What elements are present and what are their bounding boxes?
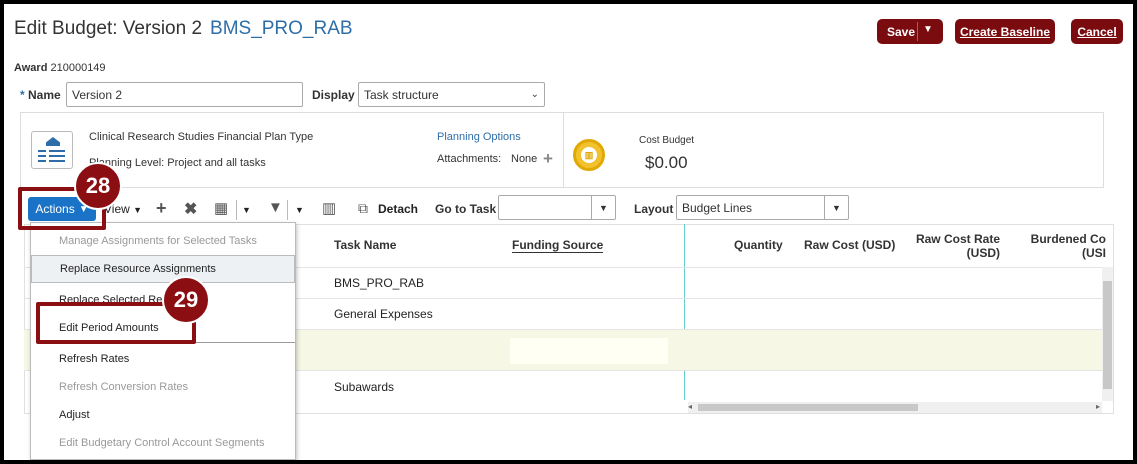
vertical-scrollbar[interactable] [1102, 267, 1113, 401]
filter-dropdown-icon[interactable]: ▼ [295, 205, 304, 215]
detach-button[interactable]: Detach [378, 202, 418, 216]
menu-item-replace-resource-assignments[interactable]: Replace Resource Assignments [31, 255, 295, 283]
award-value: 210000149 [50, 62, 106, 74]
horizontal-scrollbar[interactable]: ◂ ▸ [688, 402, 1102, 413]
create-baseline-label: Create Baseline [959, 24, 1051, 39]
detach-icon[interactable]: ⧉ [358, 200, 368, 217]
layout-label: Layout [634, 202, 674, 216]
award-label: Award [14, 62, 48, 74]
attachments-value: None [511, 153, 538, 165]
name-label: * Name [20, 88, 61, 102]
frozen-column-divider [684, 224, 685, 400]
burdened-cost-line2: (USI [1082, 246, 1106, 260]
scroll-right-icon[interactable]: ▸ [1096, 402, 1100, 411]
column-header-raw-cost-rate[interactable]: Raw Cost Rate (USD) [914, 232, 1000, 260]
page-title-text: Edit Budget: Version 2 [14, 18, 203, 39]
add-attachment-icon[interactable]: + [543, 149, 553, 169]
step-badge-28: 28 [74, 162, 122, 210]
financial-plan-icon [31, 131, 73, 169]
funding-source-cell-input[interactable] [510, 338, 668, 364]
burdened-cost-line1: Burdened Co [1030, 232, 1106, 246]
step-badge-29: 29 [162, 276, 210, 324]
menu-item-manage-assignments: Manage Assignments for Selected Tasks [59, 235, 257, 247]
save-dropdown-icon[interactable]: ▼ [923, 24, 933, 35]
add-icon[interactable]: + [156, 198, 167, 219]
display-label: Display [312, 88, 355, 102]
cost-budget-coin-icon: ▥ [573, 139, 605, 171]
award-info: Award 210000149 [14, 62, 106, 74]
delete-icon[interactable]: ✖ [184, 199, 197, 219]
filter-icon[interactable]: ▼ [268, 199, 283, 216]
table-row-task-name[interactable]: BMS_PRO_RAB [334, 276, 424, 290]
scroll-left-icon[interactable]: ◂ [688, 402, 692, 411]
raw-cost-rate-line1: Raw Cost Rate [915, 232, 1000, 246]
attachments-label: Attachments: [437, 153, 502, 165]
save-label: Save [886, 24, 916, 39]
menu-item-edit-budgetary-control: Edit Budgetary Control Account Segments [59, 437, 265, 449]
project-name: BMS_PRO_RAB [210, 18, 353, 39]
freeze-icon[interactable]: ▥ [322, 199, 336, 217]
name-input-value: Version 2 [72, 87, 123, 102]
plan-type-text: Clinical Research Studies Financial Plan… [89, 131, 314, 143]
create-baseline-button[interactable]: Create Baseline [955, 19, 1055, 44]
menu-item-refresh-rates[interactable]: Refresh Rates [31, 345, 295, 373]
column-header-quantity[interactable]: Quantity [734, 238, 783, 252]
planning-level-text: Planning Level: Project and all tasks [89, 157, 266, 169]
raw-cost-rate-line2: (USD) [966, 246, 1000, 260]
save-button[interactable]: Save ▼ [877, 19, 943, 44]
table-row-task-name[interactable]: Subawards [334, 380, 394, 394]
planning-options-link[interactable]: Planning Options [437, 131, 521, 143]
table-row-task-name[interactable]: General Expenses [334, 307, 433, 321]
cancel-button[interactable]: Cancel [1071, 19, 1123, 44]
go-to-task-input[interactable]: ▼ [498, 195, 616, 220]
menu-item-refresh-conversion-rates: Refresh Conversion Rates [59, 381, 189, 393]
menu-item-adjust[interactable]: Adjust [31, 401, 295, 429]
page-title: Edit Budget: Version 2 BMS_PRO_RAB [14, 18, 353, 40]
column-header-funding-source[interactable]: Funding Source [512, 238, 604, 253]
horizontal-scroll-thumb[interactable] [698, 404, 918, 411]
column-header-task-name[interactable]: Task Name [334, 238, 396, 252]
display-select-value: Task structure [364, 87, 439, 102]
chevron-down-icon[interactable]: ▼ [824, 196, 848, 219]
vertical-scroll-thumb[interactable] [1103, 281, 1112, 389]
toolbar-separator [236, 200, 237, 220]
edit-budget-page: Edit Budget: Version 2 BMS_PRO_RAB Save ▼… [4, 4, 1133, 460]
display-select[interactable]: Task structure ⌄ [358, 82, 545, 107]
column-header-burdened-cost[interactable]: Burdened Co (USI [1026, 232, 1106, 260]
cost-budget-value: $0.00 [645, 153, 688, 172]
plan-summary-panel: Clinical Research Studies Financial Plan… [20, 112, 1104, 188]
columns-icon[interactable]: ▦ [214, 199, 228, 217]
toolbar-separator [287, 200, 288, 220]
column-header-raw-cost[interactable]: Raw Cost (USD) [804, 238, 895, 252]
panel-divider [563, 113, 564, 187]
chevron-down-icon: ⌄ [530, 89, 539, 100]
go-to-task-label: Go to Task [435, 202, 497, 216]
layout-select-value: Budget Lines [682, 200, 753, 215]
cost-budget-label: Cost Budget [639, 135, 695, 146]
cancel-label: Cancel [1077, 24, 1117, 39]
columns-dropdown-icon[interactable]: ▼ [242, 205, 251, 215]
name-input[interactable]: Version 2 [66, 82, 303, 107]
chevron-down-icon[interactable]: ▼ [591, 196, 615, 219]
layout-select[interactable]: Budget Lines ▼ [676, 195, 849, 220]
